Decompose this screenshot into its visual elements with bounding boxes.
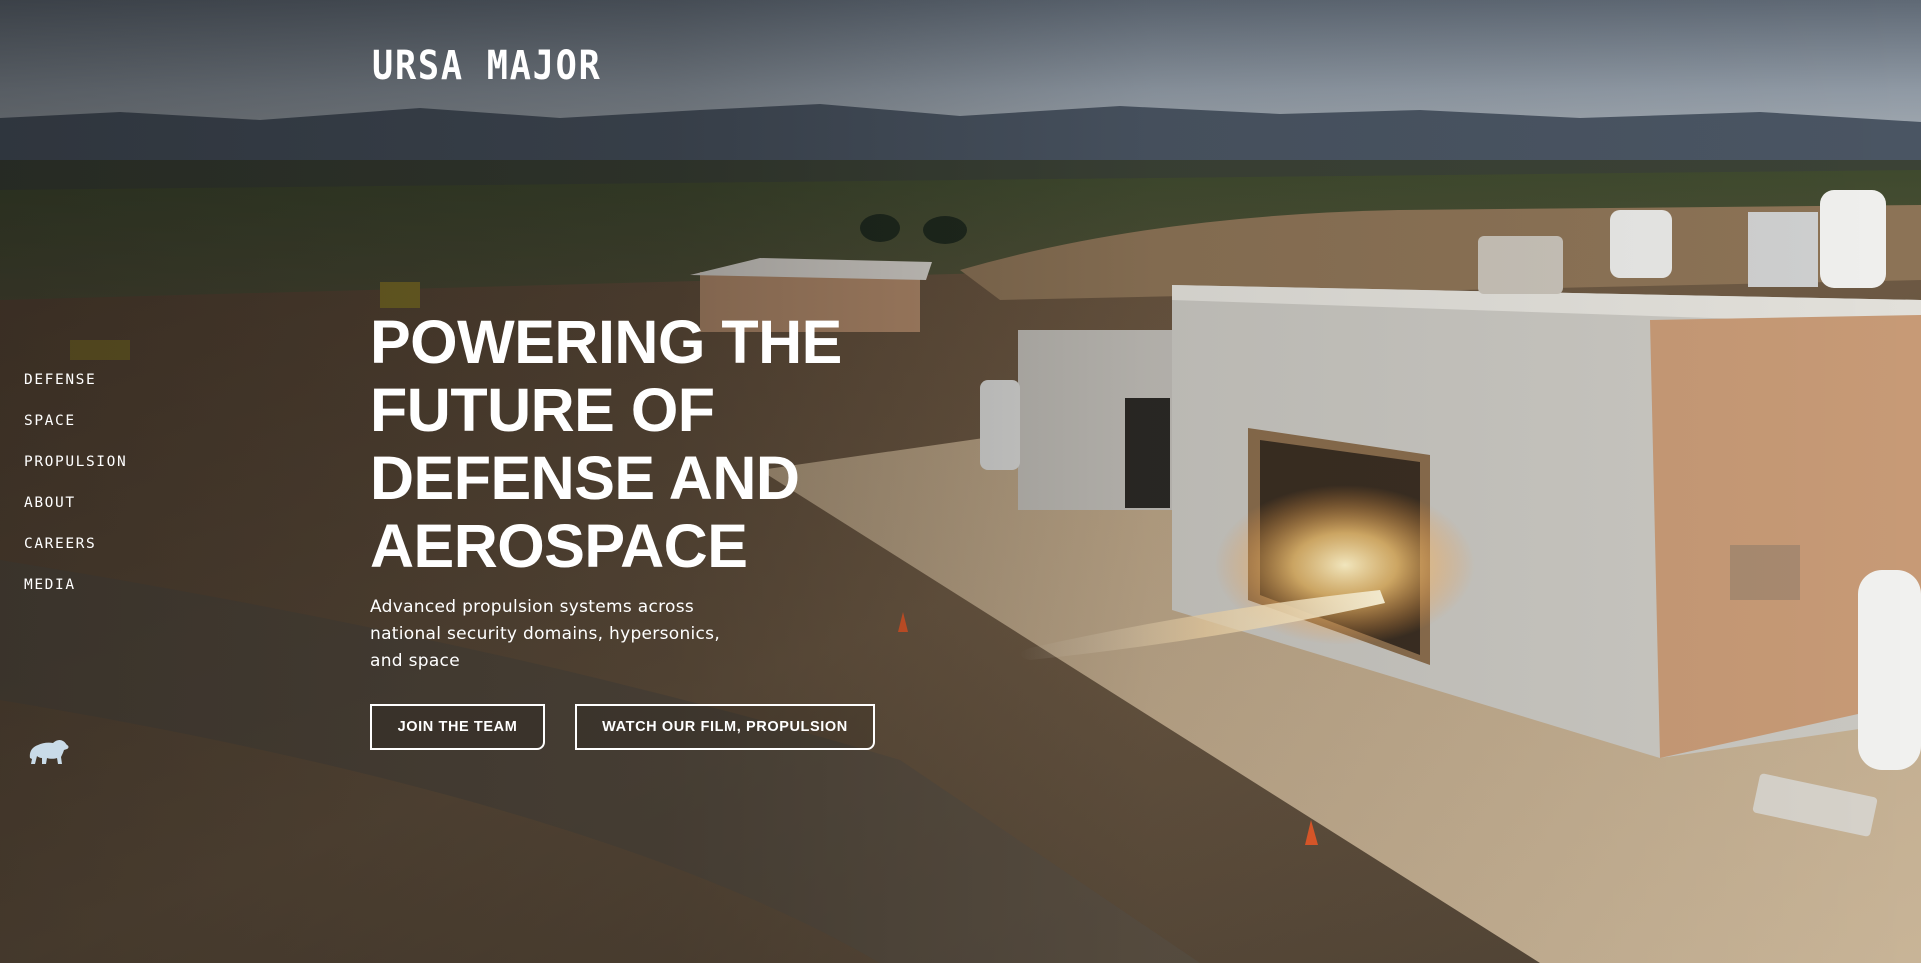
hero-background-image (0, 0, 1921, 963)
side-navigation: DEFENSE SPACE PROPULSION ABOUT CAREERS M… (24, 370, 127, 616)
ursa-major-logo[interactable]: URSA MAJOR (372, 46, 602, 86)
hero-headline-line: DEFENSE AND (370, 444, 800, 512)
hero-headline-line: POWERING THE (370, 308, 842, 376)
nav-item-media[interactable]: MEDIA (24, 575, 127, 616)
hero-headline-line: AEROSPACE (370, 512, 748, 580)
bear-icon[interactable] (26, 736, 70, 766)
nav-item-defense[interactable]: DEFENSE (24, 370, 127, 411)
hero-headline: POWERING THE FUTURE OF DEFENSE AND AEROS… (370, 308, 930, 580)
hero-subtitle-line: national security domains, hypersonics, (370, 624, 721, 644)
hero-subtitle-line: and space (370, 651, 460, 671)
nav-item-propulsion[interactable]: PROPULSION (24, 452, 127, 493)
page: URSA MAJOR DEFENSE SPACE PROPULSION ABOU… (0, 0, 1921, 963)
nav-item-space[interactable]: SPACE (24, 411, 127, 452)
join-the-team-button[interactable]: JOIN THE TEAM (370, 704, 545, 750)
hero-subtitle-line: Advanced propulsion systems across (370, 597, 695, 617)
nav-item-about[interactable]: ABOUT (24, 493, 127, 534)
hero-headline-line: FUTURE OF (370, 376, 715, 444)
watch-film-button[interactable]: WATCH OUR FILM, PROPULSION (575, 704, 875, 750)
hero-subtitle: Advanced propulsion systems across natio… (370, 594, 790, 675)
nav-item-careers[interactable]: CAREERS (24, 534, 127, 575)
